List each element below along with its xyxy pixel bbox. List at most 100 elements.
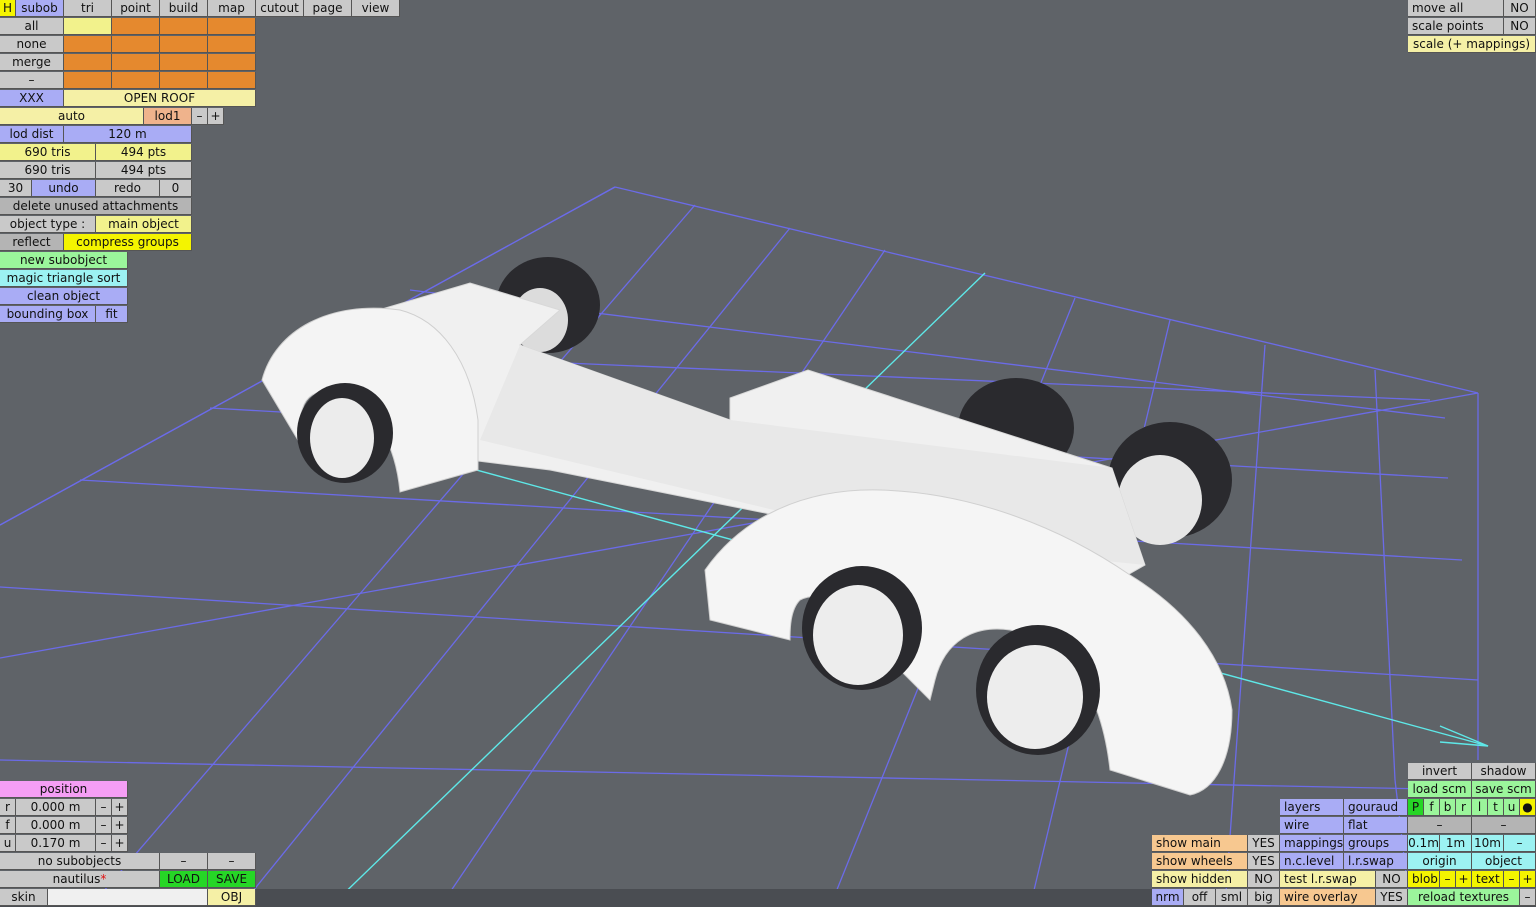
compress-groups-button[interactable]: compress groups bbox=[64, 234, 192, 251]
tab-map[interactable]: map bbox=[208, 0, 256, 17]
mappings-button[interactable]: mappings bbox=[1280, 835, 1344, 852]
grid-dash-button[interactable]: – bbox=[1504, 835, 1536, 852]
lod-minus-button[interactable]: – bbox=[192, 108, 208, 125]
nc-level-button[interactable]: n.c.level bbox=[1280, 853, 1344, 870]
show-main-toggle[interactable]: YES bbox=[1248, 835, 1280, 852]
select-none-button[interactable]: none bbox=[0, 36, 64, 53]
group-swatch[interactable] bbox=[64, 36, 112, 53]
undo-button[interactable]: undo bbox=[32, 180, 96, 197]
position-minus-button[interactable]: – bbox=[96, 799, 112, 816]
size-big-button[interactable]: big bbox=[1248, 889, 1280, 906]
position-value[interactable]: 0.000 m bbox=[16, 799, 96, 816]
group-swatch[interactable] bbox=[160, 18, 208, 35]
text-button[interactable]: text bbox=[1472, 871, 1504, 888]
scale-points-button[interactable]: scale points bbox=[1408, 18, 1504, 35]
grid-0-1m-button[interactable]: 0.1m bbox=[1408, 835, 1440, 852]
show-main-button[interactable]: show main bbox=[1152, 835, 1248, 852]
size-sml-button[interactable]: sml bbox=[1216, 889, 1248, 906]
subobject-name[interactable]: OPEN ROOF bbox=[64, 90, 256, 107]
group-swatch[interactable] bbox=[112, 36, 160, 53]
lod-auto-button[interactable]: auto bbox=[0, 108, 144, 125]
tab-view[interactable]: view bbox=[352, 0, 400, 17]
3d-viewport[interactable] bbox=[0, 0, 1536, 907]
show-wheels-toggle[interactable]: YES bbox=[1248, 853, 1280, 870]
group-swatch[interactable] bbox=[64, 54, 112, 71]
scale-mappings-button[interactable]: scale (+ mappings) bbox=[1408, 36, 1536, 53]
size-off-button[interactable]: off bbox=[1184, 889, 1216, 906]
view-b-button[interactable]: b bbox=[1440, 799, 1456, 816]
bounding-box-button[interactable]: bounding box bbox=[0, 306, 96, 323]
origin-button[interactable]: origin bbox=[1408, 853, 1472, 870]
test-lr-swap-toggle[interactable]: NO bbox=[1376, 871, 1408, 888]
reload-textures-button[interactable]: reload textures bbox=[1408, 889, 1520, 906]
position-plus-button[interactable]: + bbox=[112, 817, 128, 834]
lod-dist-value[interactable]: 120 m bbox=[64, 126, 192, 143]
new-subobject-button[interactable]: new subobject bbox=[0, 252, 128, 269]
tab-tri[interactable]: tri bbox=[64, 0, 112, 17]
tab-cutout[interactable]: cutout bbox=[256, 0, 304, 17]
dash-button[interactable]: – bbox=[1472, 817, 1536, 834]
view-l-button[interactable]: l bbox=[1472, 799, 1488, 816]
gouraud-button[interactable]: gouraud bbox=[1344, 799, 1408, 816]
skin-field[interactable] bbox=[48, 889, 208, 906]
text-minus-button[interactable]: – bbox=[1504, 871, 1520, 888]
merge-button[interactable]: merge bbox=[0, 54, 64, 71]
text-plus-button[interactable]: + bbox=[1520, 871, 1536, 888]
tab-page[interactable]: page bbox=[304, 0, 352, 17]
blob-plus-button[interactable]: + bbox=[1456, 871, 1472, 888]
group-swatch[interactable] bbox=[64, 18, 112, 35]
position-plus-button[interactable]: + bbox=[112, 799, 128, 816]
group-swatch[interactable] bbox=[160, 36, 208, 53]
group-swatch[interactable] bbox=[112, 18, 160, 35]
lod-plus-button[interactable]: + bbox=[208, 108, 224, 125]
wire-overlay-button[interactable]: wire overlay bbox=[1280, 889, 1376, 906]
select-all-button[interactable]: all bbox=[0, 18, 64, 35]
lr-swap-button[interactable]: l.r.swap bbox=[1344, 853, 1408, 870]
flat-button[interactable]: flat bbox=[1344, 817, 1408, 834]
group-swatch[interactable] bbox=[64, 72, 112, 89]
obj-button[interactable]: OBJ bbox=[208, 889, 256, 906]
fit-button[interactable]: fit bbox=[96, 306, 128, 323]
test-lr-swap-button[interactable]: test l.r.swap bbox=[1280, 871, 1376, 888]
tab-subob[interactable]: subob bbox=[16, 0, 64, 17]
vehicle-model[interactable] bbox=[261, 257, 1233, 796]
shadow-button[interactable]: shadow bbox=[1472, 763, 1536, 780]
group-swatch[interactable] bbox=[160, 54, 208, 71]
group-swatch[interactable] bbox=[208, 72, 256, 89]
view-t-button[interactable]: t bbox=[1488, 799, 1504, 816]
subobject-prev-button[interactable]: – bbox=[160, 853, 208, 870]
invert-button[interactable]: invert bbox=[1408, 763, 1472, 780]
group-swatch[interactable] bbox=[112, 54, 160, 71]
layers-button[interactable]: layers bbox=[1280, 799, 1344, 816]
show-hidden-toggle[interactable]: NO bbox=[1248, 871, 1280, 888]
position-value[interactable]: 0.170 m bbox=[16, 835, 96, 852]
object-type-value[interactable]: main object bbox=[96, 216, 192, 233]
group-swatch[interactable] bbox=[208, 54, 256, 71]
grid-1m-button[interactable]: 1m bbox=[1440, 835, 1472, 852]
view-r-button[interactable]: r bbox=[1456, 799, 1472, 816]
view-u-button[interactable]: u bbox=[1504, 799, 1520, 816]
move-all-button[interactable]: move all bbox=[1408, 0, 1504, 17]
save-button[interactable]: SAVE bbox=[208, 871, 256, 888]
blob-button[interactable]: blob bbox=[1408, 871, 1440, 888]
view-f-button[interactable]: f bbox=[1424, 799, 1440, 816]
dash-button[interactable]: – bbox=[1408, 817, 1472, 834]
position-title[interactable]: position bbox=[0, 781, 128, 798]
wire-overlay-toggle[interactable]: YES bbox=[1376, 889, 1408, 906]
wire-button[interactable]: wire bbox=[1280, 817, 1344, 834]
reload-textures-dash-button[interactable]: – bbox=[1520, 889, 1536, 906]
group-swatch[interactable] bbox=[208, 36, 256, 53]
view-p-button[interactable]: P bbox=[1408, 799, 1424, 816]
group-swatch[interactable] bbox=[112, 72, 160, 89]
size-nrm-button[interactable]: nrm bbox=[1152, 889, 1184, 906]
grid-10m-button[interactable]: 10m bbox=[1472, 835, 1504, 852]
magic-triangle-sort-button[interactable]: magic triangle sort bbox=[0, 270, 128, 287]
file-name[interactable]: nautilus* bbox=[0, 871, 160, 888]
blob-minus-button[interactable]: – bbox=[1440, 871, 1456, 888]
object-button[interactable]: object bbox=[1472, 853, 1536, 870]
load-button[interactable]: LOAD bbox=[160, 871, 208, 888]
redo-button[interactable]: redo bbox=[96, 180, 160, 197]
view-dot-button[interactable]: ● bbox=[1520, 799, 1536, 816]
lod-level[interactable]: lod1 bbox=[144, 108, 192, 125]
h-button[interactable]: H bbox=[0, 0, 16, 17]
